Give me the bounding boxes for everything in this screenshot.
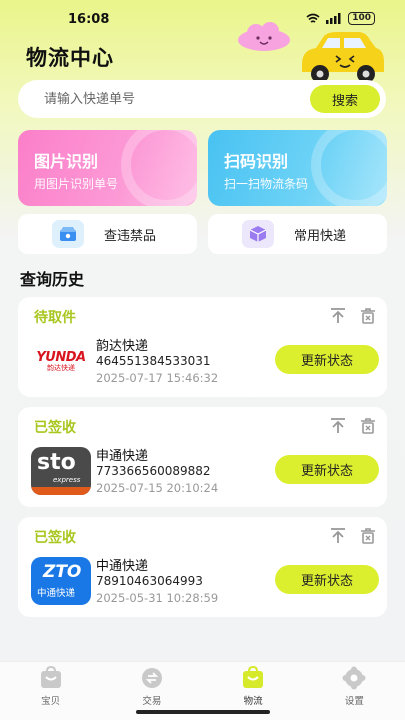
cloud-mascot-icon [238,22,290,51]
trade-icon [141,668,162,688]
logo-subtext: express [53,476,81,484]
signal-icon [326,13,341,24]
search-input[interactable] [18,80,298,118]
status-time: 16:08 [68,12,110,27]
decoration [121,130,197,206]
courier-name: 韵达快递 [96,339,149,354]
update-status-button[interactable]: 更新状态 [275,455,379,484]
tab-label: 设置 [344,696,364,707]
status-label: 已签收 [34,530,76,546]
wifi-icon [306,13,320,23]
status-label: 待取件 [34,310,76,326]
tab-baby[interactable]: 宝贝 [0,662,101,720]
tab-label: 宝贝 [41,696,61,707]
update-status-button[interactable]: 更新状态 [275,345,379,374]
tracking-number: 773366560089882 [96,464,211,478]
pin-top-icon[interactable] [329,417,347,435]
pin-top-icon[interactable] [329,527,347,545]
tab-label: 交易 [142,696,162,707]
courier-name: 申通快递 [96,449,149,464]
logo-subtext: 中通快递 [37,588,76,599]
status-label: 已签收 [34,420,76,436]
common-couriers-button[interactable]: 常用快递 [208,214,387,254]
page-title: 物流中心 [26,46,114,70]
query-datetime: 2025-07-17 15:46:32 [96,371,219,385]
delete-icon[interactable] [359,417,377,435]
logo-text: ZTO [43,562,82,582]
decoration [311,130,387,206]
car-mascot-icon [302,32,384,83]
delete-icon[interactable] [359,527,377,545]
delete-icon[interactable] [359,307,377,325]
tab-label: 物流 [243,696,263,707]
logistics-icon [243,666,264,688]
quick-link-label: 常用快递 [294,228,347,244]
quick-link-label: 查违禁品 [104,228,157,244]
home-indicator [136,710,270,714]
box-search-icon [52,220,84,248]
tracking-number: 464551384533031 [96,354,211,368]
package-icon [242,220,274,248]
history-title: 查询历史 [20,270,85,289]
prohibited-items-button[interactable]: 查违禁品 [18,214,197,254]
system-icons: 100 [306,12,375,25]
yunda-logo: YUNDA 韵达快递 [30,337,92,385]
search-bar: 搜索 [18,80,386,118]
sto-logo: sto express [30,447,92,495]
tab-settings[interactable]: 设置 [304,662,405,720]
scan-recognition-card[interactable]: 扫码识别 扫一扫物流条码 [208,130,387,206]
feature-title: 图片识别 [34,152,99,171]
feature-subtitle: 扫一扫物流条码 [224,177,309,191]
battery-icon: 100 [348,12,375,25]
feature-title: 扫码识别 [224,152,289,171]
logo-text: sto [37,450,76,475]
zto-logo: ZTO 中通快递 [30,557,92,605]
update-status-button[interactable]: 更新状态 [275,565,379,594]
history-item[interactable]: 待取件 YUNDA 韵达快递 韵达快递 464551384533031 2025… [18,297,387,397]
query-datetime: 2025-07-15 20:10:24 [96,481,219,495]
tracking-number: 78910463064993 [96,574,203,588]
query-datetime: 2025-05-31 10:28:59 [96,591,219,605]
logo-stripe [31,487,91,495]
image-recognition-card[interactable]: 图片识别 用图片识别单号 [18,130,197,206]
feature-subtitle: 用图片识别单号 [34,177,119,191]
search-button[interactable]: 搜索 [310,85,380,113]
history-item[interactable]: 已签收 sto express 申通快递 773366560089882 202… [18,407,387,507]
pin-top-icon[interactable] [329,307,347,325]
history-item[interactable]: 已签收 ZTO 中通快递 中通快递 78910463064993 2025-05… [18,517,387,617]
courier-name: 中通快递 [96,559,149,574]
settings-icon [342,666,366,690]
bag-icon [40,666,61,688]
